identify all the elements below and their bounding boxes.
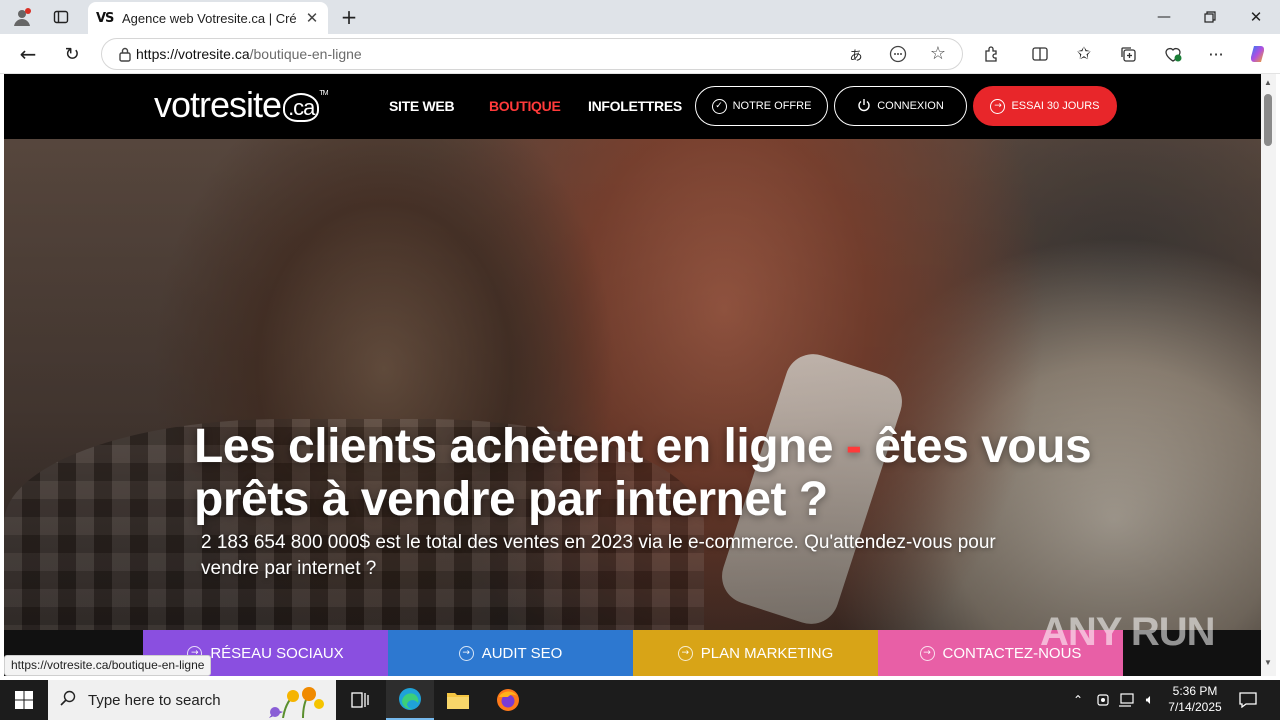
windows-start-icon[interactable] bbox=[0, 680, 48, 720]
restore-icon[interactable] bbox=[1196, 5, 1224, 29]
essai-30-jours-button[interactable]: → ESSAI 30 JOURS bbox=[973, 86, 1117, 126]
volume-icon[interactable]: 🔈︎ bbox=[1140, 690, 1160, 710]
back-icon[interactable]: ← bbox=[14, 42, 42, 66]
plan-marketing-button[interactable]: → PLAN MARKETING bbox=[633, 630, 878, 676]
hero-image bbox=[4, 139, 1261, 676]
check-badge-icon: ✓ bbox=[711, 98, 727, 114]
tab-title: Agence web Votresite.ca | Créer m bbox=[122, 10, 296, 26]
tab-actions-icon[interactable] bbox=[48, 5, 74, 29]
favorites-icon[interactable]: ✩ bbox=[1072, 42, 1096, 66]
task-view-icon[interactable] bbox=[336, 680, 384, 720]
arrow-circle-icon: → bbox=[919, 645, 935, 661]
search-highlight-flowers-icon bbox=[263, 684, 333, 723]
notification-icon[interactable] bbox=[1236, 688, 1260, 712]
hero-subline: 2 183 654 800 000$ est le total des vent… bbox=[201, 532, 996, 579]
show-hidden-icons-icon[interactable]: ⌃ bbox=[1070, 690, 1086, 710]
edge-browser-icon[interactable] bbox=[386, 680, 434, 720]
anyrun-watermark: ANY RUN bbox=[1040, 610, 1216, 654]
firefox-icon[interactable] bbox=[484, 680, 532, 720]
status-bar-url: https://votresite.ca/boutique-en-ligne bbox=[4, 655, 212, 676]
arrow-circle-icon: → bbox=[458, 645, 474, 661]
file-explorer-icon[interactable] bbox=[434, 680, 482, 720]
url-text: https://votresite.ca/boutique-en-ligne bbox=[136, 46, 362, 62]
collections-icon[interactable] bbox=[1116, 42, 1140, 66]
site-info-icon[interactable] bbox=[118, 46, 132, 67]
reading-icon[interactable] bbox=[888, 44, 908, 64]
page-scrollbar[interactable] bbox=[1261, 74, 1276, 676]
address-bar[interactable]: https://votresite.ca/boutique-en-ligne あ… bbox=[101, 38, 963, 70]
nav-boutique[interactable]: BOUTIQUE bbox=[489, 98, 561, 114]
translate-icon[interactable]: あ bbox=[846, 44, 866, 64]
audit-seo-button[interactable]: → AUDIT SEO bbox=[388, 630, 633, 676]
favicon-icon: VS bbox=[96, 10, 114, 26]
scroll-thumb[interactable] bbox=[1264, 94, 1272, 146]
tab-close-icon[interactable]: ✕ bbox=[304, 9, 320, 27]
arrow-circle-icon: → bbox=[990, 98, 1006, 114]
extensions-icon[interactable] bbox=[980, 42, 1004, 66]
taskbar-search[interactable]: Type here to search bbox=[48, 680, 336, 720]
new-tab-icon[interactable]: + bbox=[338, 5, 360, 29]
browser-tab[interactable]: VS Agence web Votresite.ca | Créer m ✕ bbox=[88, 2, 328, 34]
settings-more-icon[interactable]: ··· bbox=[1204, 42, 1228, 66]
favorite-star-icon[interactable]: ☆ bbox=[928, 43, 948, 64]
profile-icon[interactable] bbox=[8, 5, 36, 29]
scroll-down-icon[interactable]: ▼ bbox=[1264, 658, 1272, 667]
refresh-icon[interactable]: ↻ bbox=[58, 42, 86, 66]
site-header: votresite .caTM SITE WEB BOUTIQUE INFOLET… bbox=[4, 74, 1261, 139]
network-icon[interactable] bbox=[1117, 690, 1135, 710]
window-close-icon[interactable]: ✕ bbox=[1242, 5, 1270, 29]
device-icon[interactable] bbox=[1094, 690, 1112, 710]
split-screen-icon[interactable] bbox=[1028, 42, 1052, 66]
connexion-button[interactable]: CONNEXION bbox=[834, 86, 967, 126]
search-icon bbox=[60, 690, 76, 711]
taskbar-clock[interactable]: 5:36 PM 7/14/2025 bbox=[1160, 683, 1230, 715]
minimize-icon[interactable]: — bbox=[1150, 5, 1178, 29]
arrow-circle-icon: → bbox=[677, 645, 693, 661]
web-page: votresite .caTM SITE WEB BOUTIQUE INFOLET… bbox=[4, 74, 1261, 676]
power-icon bbox=[857, 98, 871, 115]
copilot-icon[interactable] bbox=[1246, 42, 1270, 66]
browser-essentials-icon[interactable] bbox=[1160, 42, 1186, 66]
scroll-up-icon[interactable]: ▲ bbox=[1264, 78, 1272, 87]
nav-infolettres[interactable]: INFOLETTRES bbox=[588, 98, 682, 114]
notre-offre-button[interactable]: ✓ NOTRE OFFRE bbox=[695, 86, 828, 126]
site-logo[interactable]: votresite .caTM bbox=[154, 84, 329, 126]
hero-headline: Les clients achètent en ligne - êtes vou… bbox=[194, 420, 1092, 526]
nav-site-web[interactable]: SITE WEB bbox=[389, 98, 455, 114]
